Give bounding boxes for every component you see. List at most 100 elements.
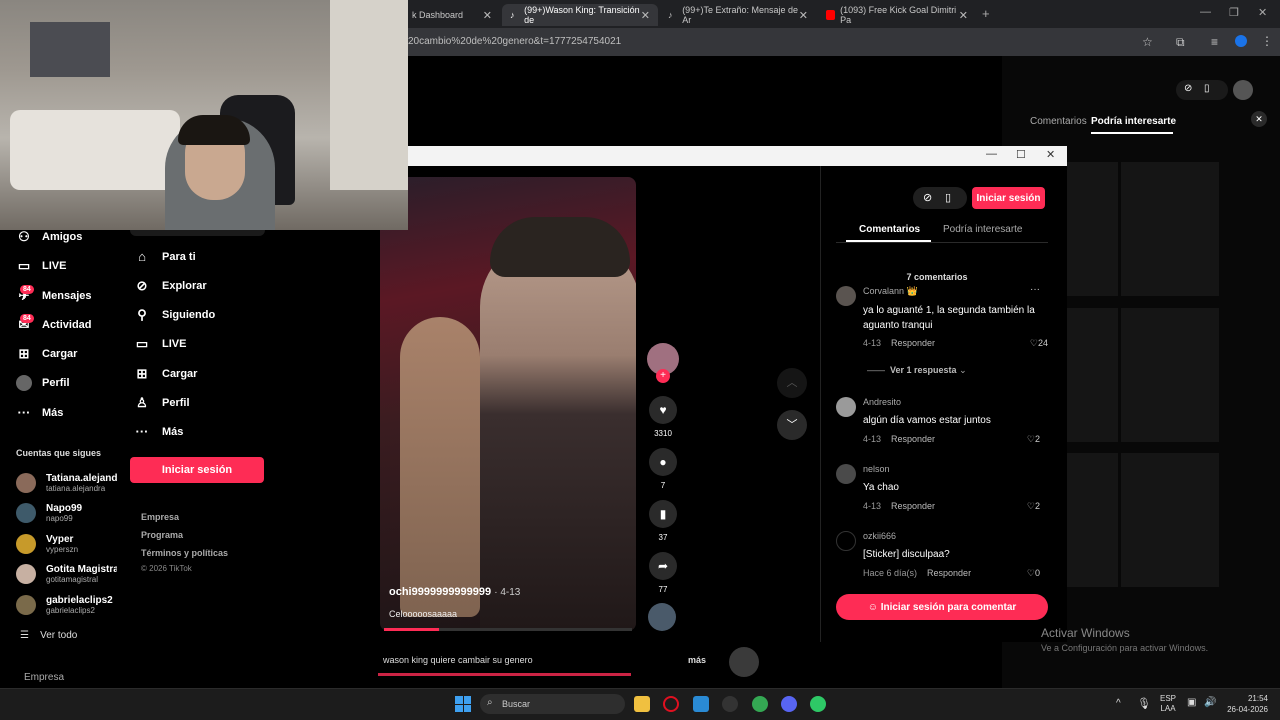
- comment-icon[interactable]: ●: [649, 448, 677, 476]
- following-item[interactable]: Tatiana.alejandr tatiana.alejandra: [16, 473, 121, 493]
- comment-user[interactable]: Andresito: [863, 397, 901, 407]
- language-indicator[interactable]: ESP LAA: [1160, 694, 1176, 714]
- like-button[interactable]: ♡2: [1027, 501, 1040, 512]
- comment-action[interactable]: ● 7: [648, 448, 678, 490]
- comment-user[interactable]: Corvalann 👑: [863, 286, 918, 297]
- sidebar-item-perfil[interactable]: Perfil: [16, 375, 70, 391]
- tab-suggest[interactable]: Podría interesarte: [943, 224, 1023, 235]
- url-text[interactable]: 20cambio%20de%20genero&t=1777254754021: [408, 36, 621, 47]
- menu-item-cargar[interactable]: ⊞ Cargar: [134, 366, 198, 382]
- panel-login-button[interactable]: Iniciar sesión: [972, 187, 1045, 209]
- bg-thumb[interactable]: [1121, 453, 1219, 587]
- login-button[interactable]: Iniciar sesión: [130, 457, 264, 483]
- close-icon[interactable]: ✕: [799, 9, 808, 22]
- menu-item-mas[interactable]: ··· Más: [134, 424, 184, 439]
- chevron-up-icon[interactable]: ^: [1116, 698, 1121, 709]
- phone-icon[interactable]: ▯: [945, 191, 951, 204]
- menu-item-siguiendo[interactable]: ⚲ Siguiendo: [134, 307, 215, 323]
- microphone-icon[interactable]: 🎙: [1137, 697, 1151, 710]
- tab-youtube[interactable]: (1093) Free Kick Goal Dimitri Pa ✕: [818, 4, 976, 26]
- discord-icon[interactable]: [781, 696, 797, 712]
- more-link[interactable]: más: [688, 655, 706, 665]
- compass-icon[interactable]: ⊘: [1184, 83, 1192, 94]
- like-action[interactable]: ♥ 3310: [648, 396, 678, 438]
- sidebar-item-cargar[interactable]: ⊞ Cargar: [16, 346, 78, 362]
- close-icon[interactable]: ✕: [959, 9, 968, 22]
- share-icon[interactable]: ➦: [649, 552, 677, 580]
- avatar[interactable]: [836, 286, 856, 306]
- bookmark-star-icon[interactable]: ☆: [1142, 35, 1153, 49]
- chevron-up-icon[interactable]: ︿: [777, 368, 807, 398]
- bookmark-icon[interactable]: ▮: [649, 500, 677, 528]
- bg-thumb[interactable]: [1121, 308, 1219, 442]
- avatar[interactable]: [836, 531, 856, 551]
- compass-icon[interactable]: ⊘: [923, 191, 932, 204]
- menu-item-perfil[interactable]: ♙ Perfil: [134, 395, 189, 411]
- close-icon[interactable]: ✕: [483, 9, 492, 22]
- bg-tab-suggest[interactable]: Podría interesarte: [1091, 116, 1176, 127]
- following-item[interactable]: gabrielaclips2 gabrielaclips2: [16, 595, 113, 615]
- reply-button[interactable]: Responder: [891, 501, 935, 511]
- link-empresa[interactable]: Empresa: [141, 512, 179, 522]
- tiktok-app-icon[interactable]: [722, 696, 738, 712]
- sidebar-item-amigos[interactable]: ⚇ Amigos: [16, 229, 82, 245]
- close-icon[interactable]: ✕: [641, 9, 650, 22]
- maximize-icon[interactable]: ☐: [1016, 148, 1026, 161]
- app-green-icon[interactable]: [810, 696, 826, 712]
- minimize-icon[interactable]: —: [986, 148, 997, 160]
- following-item[interactable]: Gotita Magistral gotitamagistral: [16, 564, 122, 584]
- music-disc[interactable]: [648, 603, 676, 631]
- like-button[interactable]: ♡2: [1027, 434, 1040, 445]
- menu-item-live[interactable]: ▭ LIVE: [134, 336, 187, 352]
- more-icon[interactable]: ···: [1030, 284, 1040, 295]
- chrome-icon[interactable]: [752, 696, 768, 712]
- menu-item-para-ti[interactable]: ⌂ Para ti: [134, 249, 196, 264]
- link-programa[interactable]: Programa: [141, 530, 183, 540]
- profile-avatar[interactable]: [1235, 35, 1247, 47]
- reply-button[interactable]: Responder: [891, 434, 935, 444]
- sidebar-footer[interactable]: Empresa: [24, 672, 64, 683]
- follow-plus-icon[interactable]: +: [656, 369, 670, 383]
- media-icon[interactable]: ≡: [1211, 35, 1218, 49]
- extensions-icon[interactable]: ⧉: [1176, 35, 1185, 50]
- tab-comments[interactable]: Comentarios: [859, 224, 920, 235]
- minimize-icon[interactable]: —: [1200, 6, 1211, 18]
- following-item[interactable]: Vyper vyperszn: [16, 534, 78, 554]
- clock[interactable]: 21:54 26-04-2026: [1222, 693, 1268, 715]
- avatar[interactable]: [836, 397, 856, 417]
- start-icon[interactable]: [455, 696, 471, 712]
- tab-wason-king[interactable]: ♪ (99+)Wason King: Transición de ✕: [502, 4, 658, 26]
- restore-icon[interactable]: ❐: [1229, 6, 1239, 19]
- save-action[interactable]: ▮ 37: [648, 500, 678, 542]
- reply-button[interactable]: Responder: [927, 568, 971, 578]
- close-icon[interactable]: ✕: [1251, 111, 1267, 127]
- close-window-icon[interactable]: ✕: [1258, 6, 1267, 19]
- file-explorer-icon[interactable]: [634, 696, 650, 712]
- following-item[interactable]: Napo99 napo99: [16, 503, 82, 523]
- comment-user[interactable]: nelson: [863, 464, 890, 474]
- bg-tab-comments[interactable]: Comentarios: [1030, 116, 1087, 127]
- opera-icon[interactable]: [663, 696, 679, 712]
- reply-button[interactable]: Responder: [891, 338, 935, 348]
- share-action[interactable]: ➦ 77: [648, 552, 678, 594]
- avatar[interactable]: [729, 647, 759, 677]
- tab-te-extrano[interactable]: ♪ (99+)Te Extraño: Mensaje de Ar ✕: [660, 4, 816, 26]
- see-all-link[interactable]: ☰ Ver todo: [20, 630, 77, 641]
- comment-user[interactable]: ozkii666: [863, 531, 896, 541]
- video-player[interactable]: [380, 177, 636, 631]
- like-button[interactable]: ♡0: [1027, 568, 1040, 579]
- kebab-menu-icon[interactable]: ⋮: [1261, 34, 1273, 48]
- link-terminos[interactable]: Términos y políticas: [141, 548, 228, 558]
- see-replies-button[interactable]: —— Ver 1 respuesta ⌄: [867, 365, 967, 376]
- chevron-down-icon[interactable]: ﹀: [777, 410, 807, 440]
- sidebar-item-mas[interactable]: ··· Más: [16, 405, 64, 421]
- new-tab-icon[interactable]: +: [982, 6, 990, 21]
- video-author[interactable]: ochi9999999999999: [389, 586, 491, 598]
- video-progress[interactable]: [384, 628, 632, 631]
- phone-icon[interactable]: ▯: [1204, 83, 1210, 94]
- like-button[interactable]: ♡24: [1030, 338, 1048, 349]
- avatar[interactable]: [836, 464, 856, 484]
- heart-icon[interactable]: ♥: [649, 396, 677, 424]
- menu-item-explorar[interactable]: ⊘ Explorar: [134, 278, 207, 294]
- comment-login-button[interactable]: ☺ Iniciar sesión para comentar: [836, 594, 1048, 620]
